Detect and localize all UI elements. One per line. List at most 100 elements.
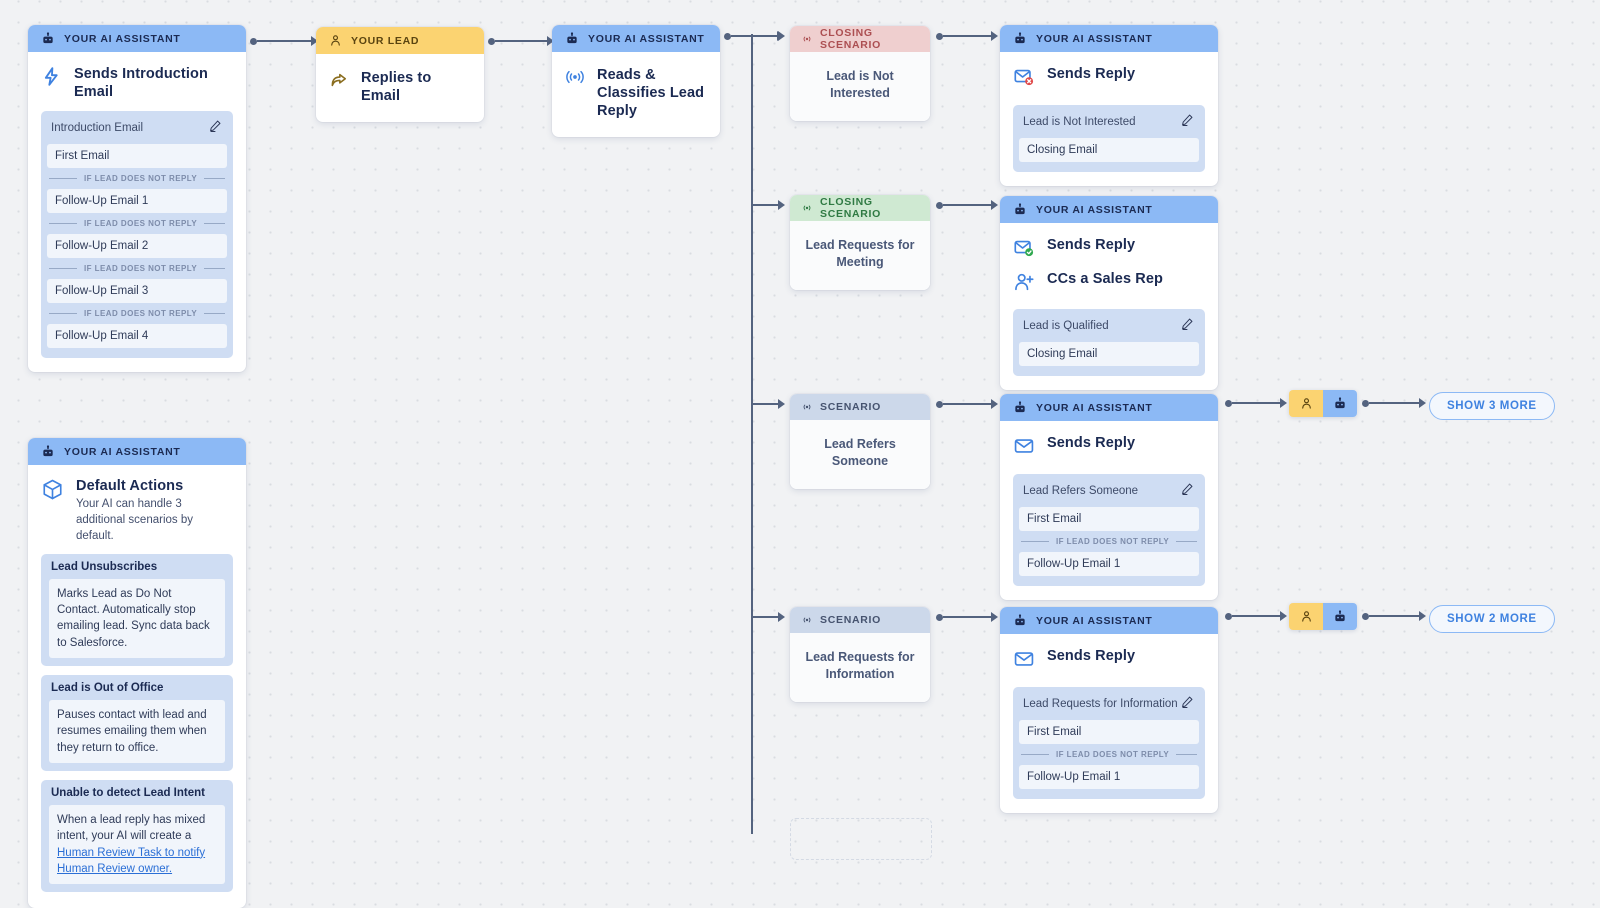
connector-line <box>943 616 992 618</box>
scenario-header-label: SCENARIO <box>820 401 882 413</box>
scenario-lead-requests-for-meeting[interactable]: CLOSING SCENARIO Lead Requests for Meeti… <box>790 195 930 290</box>
sequence-title: Lead Refers Someone <box>1023 484 1139 497</box>
connector-arrowhead <box>778 31 785 41</box>
node-header-label: YOUR LEAD <box>351 34 420 47</box>
sequence-step[interactable]: Follow-Up Email 2 <box>47 234 227 259</box>
node-reads-classifies-lead-reply[interactable]: YOUR AI ASSISTANT Reads & Classifies Lea… <box>552 25 720 138</box>
default-action-block[interactable]: Lead is Out of Office Pauses contact wit… <box>41 675 233 771</box>
mini-lead-node[interactable] <box>1289 603 1323 630</box>
node-default-actions[interactable]: YOUR AI ASSISTANT Default Actions Your A… <box>28 438 246 908</box>
sequence-title-row: Lead is Qualified <box>1019 314 1199 339</box>
connector-mini-to-showmore-4 <box>1362 609 1426 623</box>
sequence-step[interactable]: Closing Email <box>1019 342 1199 366</box>
robot-icon <box>1013 202 1027 217</box>
sequence-step[interactable]: Follow-Up Email 1 <box>47 189 227 214</box>
person-icon <box>329 34 342 47</box>
node-sends-reply-ccs-sales-rep[interactable]: YOUR AI ASSISTANT Sends Reply CCs a Sale… <box>1000 196 1218 390</box>
workflow-canvas: YOUR AI ASSISTANT Sends Introduction Ema… <box>0 0 1600 908</box>
action-row: Sends Reply <box>1013 434 1205 462</box>
show-more-button-3[interactable]: SHOW 3 MORE <box>1429 392 1555 420</box>
connector-arrowhead <box>778 399 785 409</box>
node-sends-reply-refers-someone[interactable]: YOUR AI ASSISTANT Sends Reply Lead Refer… <box>1000 394 1218 600</box>
scenario-lead-is-not-interested[interactable]: CLOSING SCENARIO Lead is Not Interested <box>790 26 930 121</box>
action-title: Default Actions <box>76 478 184 494</box>
action-title: Sends Reply <box>1047 648 1136 664</box>
branch-line-3 <box>751 397 785 411</box>
connector-line <box>1232 402 1281 404</box>
connector-dot <box>936 400 943 408</box>
connector-arrowhead <box>778 612 785 622</box>
scenario-lead-refers-someone[interactable]: SCENARIO Lead Refers Someone <box>790 394 930 489</box>
branch-trunk-line <box>751 34 753 834</box>
default-action-title: Lead Unsubscribes <box>51 560 158 573</box>
mini-ai-node[interactable] <box>1323 390 1357 417</box>
sequence-step[interactable]: First Email <box>1019 507 1199 531</box>
default-action-block[interactable]: Lead Unsubscribes Marks Lead as Do Not C… <box>41 553 233 667</box>
scenario-header-label: CLOSING SCENARIO <box>820 196 882 220</box>
box-icon <box>41 478 64 506</box>
node-header: YOUR AI ASSISTANT <box>1000 607 1218 634</box>
divider-line <box>49 178 77 180</box>
connector-dot <box>1225 399 1232 407</box>
connector-dot <box>936 613 943 621</box>
show-more-button-4[interactable]: SHOW 2 MORE <box>1429 605 1555 633</box>
default-actions-heading: Default Actions Your AI can handle 3 add… <box>76 477 233 545</box>
node-sends-reply-not-interested[interactable]: YOUR AI ASSISTANT Sends Reply Lead is No… <box>1000 25 1218 186</box>
edit-pencil-icon[interactable] <box>1180 113 1194 130</box>
connector-scenario3-to-card <box>936 397 998 411</box>
robot-icon <box>1013 400 1027 415</box>
node-replies-to-email[interactable]: YOUR LEAD Replies to Email <box>316 27 484 123</box>
human-review-task-link[interactable]: Human Review Task to notify Human Review… <box>57 847 205 875</box>
branch-line-2 <box>751 198 785 212</box>
edit-pencil-icon[interactable] <box>208 119 222 136</box>
mail-icon <box>1013 648 1035 675</box>
action-row: Sends Reply <box>1013 65 1205 93</box>
connector-arrowhead <box>991 200 998 210</box>
mini-node-pair-3[interactable] <box>1289 390 1357 417</box>
default-action-block[interactable]: Unable to detect Lead Intent When a lead… <box>41 780 233 893</box>
node-body: Sends Reply CCs a Sales Rep Lead is Qual… <box>1000 223 1218 390</box>
sequence-step[interactable]: First Email <box>47 144 227 169</box>
connector-intro-to-lead <box>250 34 318 48</box>
branch-line-1 <box>751 29 785 43</box>
sequence-step[interactable]: Follow-Up Email 4 <box>47 324 227 349</box>
connector-scenario4-to-card <box>936 610 998 624</box>
broadcast-icon <box>565 67 585 92</box>
connector-arrowhead <box>1280 611 1287 621</box>
divider-line <box>204 313 225 315</box>
divider-label: IF LEAD DOES NOT REPLY <box>84 219 198 229</box>
branch-line-4 <box>751 610 785 624</box>
divider-line <box>1021 754 1049 755</box>
sequence-title: Lead is Not Interested <box>1023 115 1136 128</box>
sequence-step[interactable]: Follow-Up Email 1 <box>1019 765 1199 789</box>
email-sequence: Introduction Email First Email IF LEAD D… <box>41 111 233 359</box>
broadcast-icon <box>801 401 813 413</box>
connector-line <box>1369 402 1420 404</box>
connector-line <box>751 204 779 206</box>
robot-icon <box>41 31 55 46</box>
edit-pencil-icon[interactable] <box>1180 695 1194 712</box>
edit-pencil-icon[interactable] <box>1180 482 1194 499</box>
lightning-icon <box>41 66 62 92</box>
edit-pencil-icon[interactable] <box>1180 317 1194 334</box>
connector-dot <box>724 32 731 40</box>
action-title: Sends Reply <box>1047 66 1136 82</box>
broadcast-icon <box>801 614 813 626</box>
sequence-step[interactable]: Closing Email <box>1019 138 1199 162</box>
node-body: Sends Reply Lead is Not Interested Closi… <box>1000 52 1218 186</box>
scenario-title: Lead Requests for Information <box>790 633 930 702</box>
sequence-step[interactable]: Follow-Up Email 3 <box>47 279 227 304</box>
user-add-icon <box>1013 271 1035 298</box>
sequence-title: Introduction Email <box>51 121 144 134</box>
sequence-title-row: Lead Requests for Information <box>1019 692 1199 717</box>
mini-ai-node[interactable] <box>1323 603 1357 630</box>
sequence-step[interactable]: First Email <box>1019 720 1199 744</box>
mini-node-pair-4[interactable] <box>1289 603 1357 630</box>
node-sends-introduction-email[interactable]: YOUR AI ASSISTANT Sends Introduction Ema… <box>28 25 246 373</box>
connector-card4-to-mini <box>1225 609 1287 623</box>
sequence-step[interactable]: Follow-Up Email 1 <box>1019 552 1199 576</box>
mini-lead-node[interactable] <box>1289 390 1323 417</box>
scenario-lead-requests-for-information[interactable]: SCENARIO Lead Requests for Information <box>790 607 930 702</box>
divider-label: IF LEAD DOES NOT REPLY <box>84 309 198 319</box>
node-sends-reply-requests-information[interactable]: YOUR AI ASSISTANT Sends Reply Lead Reque… <box>1000 607 1218 813</box>
